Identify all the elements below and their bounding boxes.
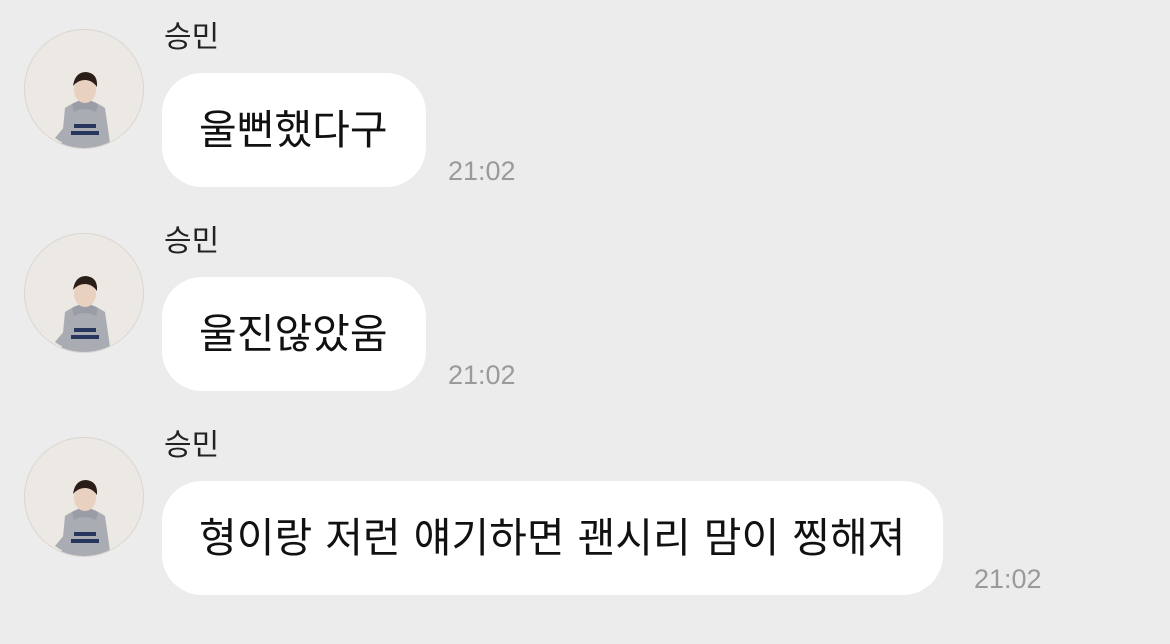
message-row: 승민 울진않았움 21:02 [0,204,1170,396]
profile-photo-icon [25,438,143,556]
message-timestamp: 21:02 [448,156,516,186]
message-timestamp: 21:02 [974,564,1042,594]
chat-log: 승민 울뻔했다구 21:02 승민 울진않았움 21:02 승민 형이랑 저런 … [0,0,1170,644]
message-bubble[interactable]: 울뻔했다구 [162,73,426,187]
avatar[interactable] [24,29,144,149]
message-row: 승민 형이랑 저런 얘기하면 괜시리 맘이 찡해져 21:02 [0,408,1170,600]
message-text: 울진않았움 [199,309,388,358]
sender-name: 승민 [164,224,220,259]
profile-photo-icon [25,30,143,148]
message-text: 형이랑 저런 얘기하면 괜시리 맘이 찡해져 [199,513,906,562]
message-timestamp: 21:02 [448,360,516,390]
avatar[interactable] [24,233,144,353]
message-text: 울뻔했다구 [199,105,388,154]
message-bubble[interactable]: 형이랑 저런 얘기하면 괜시리 맘이 찡해져 [162,481,944,595]
sender-name: 승민 [164,20,220,55]
profile-photo-icon [25,234,143,352]
message-row: 승민 울뻔했다구 21:02 [0,0,1170,192]
message-bubble[interactable]: 울진않았움 [162,277,426,391]
avatar[interactable] [24,437,144,557]
sender-name: 승민 [164,428,220,463]
